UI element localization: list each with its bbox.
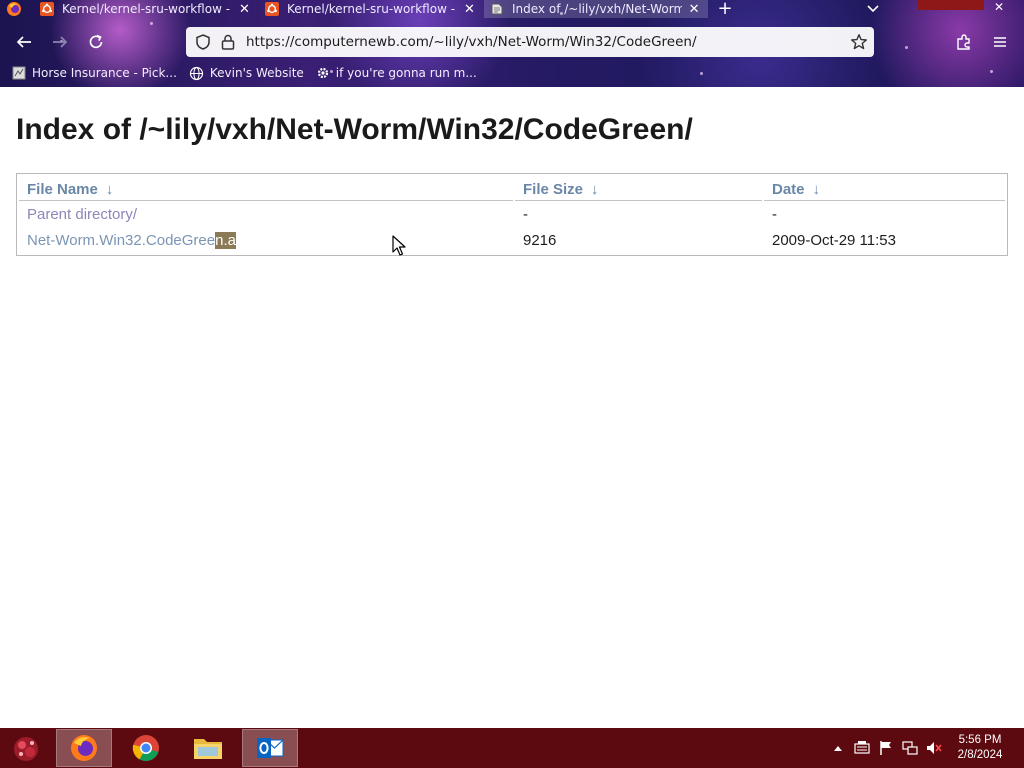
column-label: File Name [27,180,98,198]
arrow-right-icon [53,36,68,48]
bookmark-star-icon[interactable] [850,33,868,51]
network-icon [902,741,918,755]
bookmark-kevins-website[interactable]: Kevin's Website [189,66,304,81]
clock-time: 5:56 PM [958,734,1002,746]
bookmark-label: if you're gonna run m... [335,66,477,80]
chevron-up-icon [834,746,842,751]
clock-date: 2/8/2024 [957,749,1003,761]
selected-text: n.a [215,231,236,249]
reload-icon [89,34,103,49]
file-link-codegreen[interactable]: Net-Worm.Win32.CodeGreen.a [27,231,236,249]
page-title: Index of /~lily/vxh/Net-Worm/Win32/CodeG… [16,113,693,146]
firefox-icon [71,735,97,761]
page-icon [12,66,26,80]
file-name-cell: Net-Worm.Win32.CodeGreen.a [19,227,513,253]
bookmark-horse-insurance[interactable]: Horse Insurance - Pick... [12,66,177,80]
tab-kernel-sru-1[interactable]: Kernel/kernel-sru-workflow - U ✕ [34,0,258,18]
directory-listing: File Name ↓ File Size ↓ Date ↓ Parent direc… [16,173,1008,256]
firefox-icon[interactable] [6,1,22,17]
tab-kernel-sru-2[interactable]: Kernel/kernel-sru-workflow - U ✕ [259,0,483,18]
volume-muted-icon [927,742,942,754]
tab-title: Kernel/kernel-sru-workflow - U [62,2,233,16]
file-name-text: Net-Worm.Win32.CodeGree [27,231,216,249]
taskbar-outlook[interactable] [242,729,298,767]
hamburger-menu-icon [994,37,1006,47]
file-name-cell: Parent directory/ [19,201,513,227]
table-row: Parent directory/ - - [19,201,1005,227]
chevron-down-icon[interactable] [864,0,882,18]
tray-network-adapters[interactable] [850,728,874,768]
bookmark-if-youre-gonna-run[interactable]: if you're gonna run m... [316,66,477,80]
page-content: Index of /~lily/vxh/Net-Worm/Win32/CodeG… [0,87,1024,728]
bookmark-label: Horse Insurance - Pick... [32,66,177,80]
file-size-cell: 9216 [523,231,557,249]
shield-icon[interactable] [194,33,212,51]
show-hidden-icons-button[interactable] [826,728,850,768]
date-cell: 2009-Oct-29 11:53 [772,231,896,249]
sort-arrow-icon: ↓ [591,180,599,198]
close-tab-icon[interactable]: ✕ [237,2,252,17]
system-tray [826,728,946,768]
forward-button[interactable] [48,30,72,54]
flag-icon [880,741,891,755]
tray-action-center[interactable] [874,728,898,768]
url-text[interactable]: https://computernewb.com/~lily/vxh/Net-W… [246,34,697,50]
lock-icon[interactable] [220,33,236,51]
extensions-button[interactable] [952,30,976,54]
bookmark-label: Kevin's Website [209,66,304,80]
taskbar-chrome[interactable] [118,729,174,767]
back-button[interactable] [12,30,36,54]
column-header-file-size[interactable]: File Size ↓ [515,174,762,201]
tab-title: Index of /~lily/vxh/Net-Worm [512,2,683,16]
taskbar-file-explorer[interactable] [180,729,236,767]
sort-arrow-icon: ↓ [812,180,821,198]
table-row: Net-Worm.Win32.CodeGreen.a 9216 2009-Oct… [19,227,1005,253]
gear-icon [317,67,328,79]
start-orb-icon [14,737,38,761]
puzzle-icon [957,34,970,50]
table-header-row: File Name ↓ File Size ↓ Date ↓ [19,174,1005,201]
taskbar: 5:56 PM 2/8/2024 [0,728,1024,768]
mouse-pointer-icon [392,235,406,256]
taskbar-clock[interactable]: 5:56 PM 2/8/2024 [948,733,1012,763]
file-table: File Name ↓ File Size ↓ Date ↓ Parent direc… [17,174,1007,253]
ubuntu-icon [265,2,279,16]
tray-volume[interactable] [922,728,946,768]
keyboard-icon [854,741,870,754]
start-button[interactable] [4,730,48,766]
arrow-left-icon [16,36,31,48]
url-bar[interactable]: https://computernewb.com/~lily/vxh/Net-W… [186,27,874,57]
ubuntu-icon [40,2,54,16]
date-cell: - [772,205,777,223]
chrome-icon [132,735,159,762]
column-header-file-name[interactable]: File Name ↓ [19,174,513,201]
close-tab-icon[interactable]: ✕ [462,2,477,17]
column-label: File Size [523,180,584,198]
column-label: Date [772,180,805,198]
globe-icon [189,66,203,80]
tab-strip: Kernel/kernel-sru-workflow - U ✕ Kernel/… [0,0,1024,18]
bookmarks-toolbar: Horse Insurance - Pick... Kevin's Websit… [0,62,1024,84]
menu-button[interactable] [988,30,1012,54]
page-icon [491,3,503,15]
close-tab-icon[interactable]: ✕ [686,2,702,17]
reload-button[interactable] [84,30,108,54]
sort-arrow-icon: ↓ [105,180,114,198]
taskbar-firefox[interactable] [56,729,112,767]
browser-chrome: Kernel/kernel-sru-workflow - U ✕ Kernel/… [0,0,1024,87]
column-header-date[interactable]: Date ↓ [764,174,1005,201]
tab-title: Kernel/kernel-sru-workflow - U [287,2,458,16]
new-tab-button[interactable]: + [716,0,734,18]
outlook-icon [257,738,284,758]
window-controls [918,0,984,10]
tab-index-of-codegreen[interactable]: Index of /~lily/vxh/Net-Worm ✕ [484,0,708,18]
file-size-cell: - [523,205,528,223]
window-close-icon[interactable]: ✕ [988,0,1010,14]
tray-network[interactable] [898,728,922,768]
parent-directory-link[interactable]: Parent directory/ [27,206,137,223]
navigation-bar: https://computernewb.com/~lily/vxh/Net-W… [0,24,1024,60]
file-explorer-icon [194,739,222,759]
